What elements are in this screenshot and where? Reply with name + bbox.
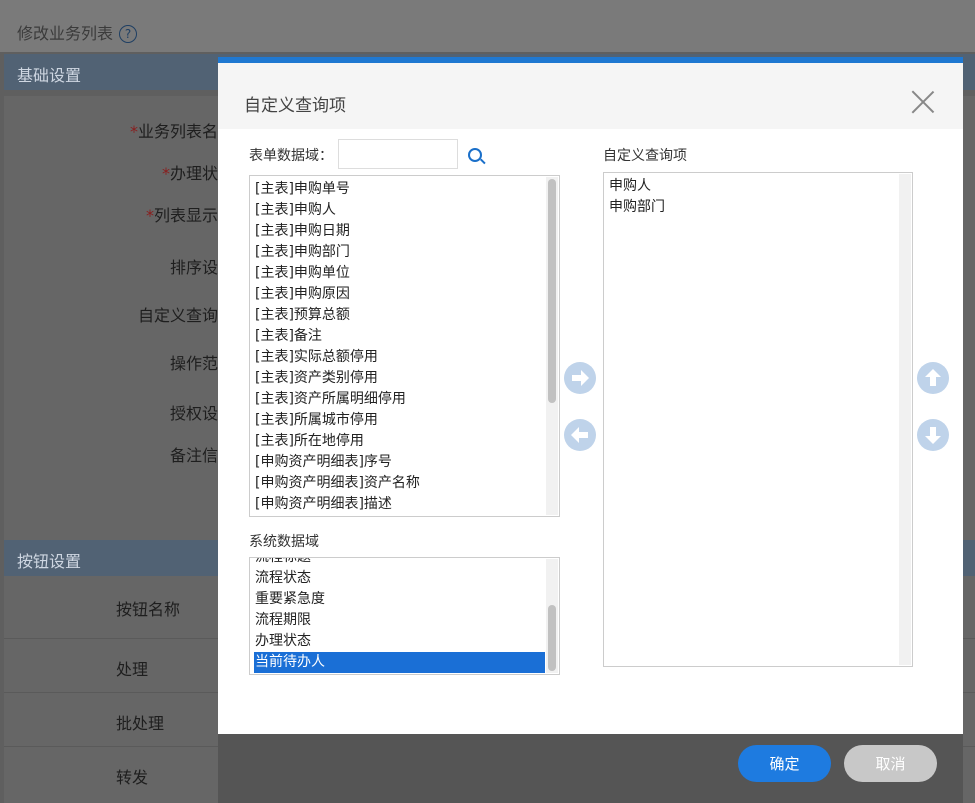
required-marker: * — [161, 164, 170, 183]
form-field-item[interactable]: [主表]所在地停用 — [254, 431, 545, 452]
button-row-forward: 转发 — [116, 768, 149, 787]
system-field-item[interactable]: 流程标题 — [254, 558, 545, 568]
system-fields-scrollbar[interactable] — [546, 559, 558, 673]
move-up-arrow-icon[interactable] — [917, 362, 949, 394]
scrollbar-thumb[interactable] — [548, 179, 556, 403]
system-field-item[interactable]: 重要紧急度 — [254, 589, 545, 610]
form-field-item[interactable]: [主表]预算总额 — [254, 305, 545, 326]
system-fields-list[interactable]: 流程标题 流程状态 重要紧急度 流程期限 办理状态 当前待办人 — [249, 557, 560, 675]
form-field-label: *业务列表名 — [130, 118, 218, 142]
field-label-text: 操作范 — [169, 354, 218, 373]
help-icon[interactable]: ? — [119, 25, 138, 43]
form-field-label: 备注信 — [170, 442, 218, 466]
move-left-arrow-icon[interactable] — [564, 419, 596, 451]
required-marker: * — [145, 206, 154, 225]
form-domain-search-input[interactable] — [338, 139, 458, 169]
custom-items-list[interactable]: 申购人 申购部门 — [603, 172, 913, 667]
form-field-item[interactable]: [主表]实际总额停用 — [254, 347, 545, 368]
custom-items-label: 自定义查询项 — [603, 148, 687, 164]
form-fields-list[interactable]: [主表]申购单号 [主表]申购人 [主表]申购日期 [主表]申购部门 [主表]申购单位[… — [249, 175, 560, 517]
form-field-label: 授权设 — [170, 400, 218, 424]
page-title: 修改业务列表? — [17, 20, 138, 44]
system-field-item[interactable]: 当前待办人 — [254, 652, 545, 673]
required-marker: * — [129, 122, 138, 141]
section-buttons-title: 按钮设置 — [17, 552, 82, 571]
form-field-item[interactable]: [主表]资产类别停用 — [254, 368, 545, 389]
scrollbar-thumb[interactable] — [548, 605, 556, 671]
form-domain-label: 表单数据域： — [249, 148, 333, 164]
system-field-item[interactable]: 流程状态 — [254, 568, 545, 589]
custom-query-dialog: 自定义查询项 表单数据域： [主表]申购单号 [主表]申购人 [主表]申购日期 [主表… — [218, 57, 963, 803]
button-row-batch: 批处理 — [116, 714, 165, 733]
section-basic-title: 基础设置 — [17, 66, 82, 85]
form-field-item[interactable]: [主表]资产所属明细停用 — [254, 389, 545, 410]
move-down-arrow-icon[interactable] — [917, 419, 949, 451]
search-icon[interactable] — [468, 148, 482, 162]
form-field-label: *列表显示 — [146, 202, 218, 226]
move-right-arrow-icon[interactable] — [564, 362, 596, 394]
custom-query-item[interactable]: 申购人 — [608, 176, 898, 197]
form-field-item[interactable]: [主表]申购原因 — [254, 284, 545, 305]
close-icon[interactable] — [911, 90, 935, 114]
page-header: 修改业务列表? — [0, 0, 975, 52]
field-label-text: 自定义查询 — [137, 306, 218, 325]
form-field-item[interactable]: [申购资产明细表]描述 — [254, 494, 545, 515]
system-field-item[interactable]: 办理状态 — [254, 631, 545, 652]
form-field-item[interactable]: [主表]申购日期 — [254, 221, 545, 242]
form-field-item[interactable]: [申购资产明细表]资产名称 — [254, 473, 545, 494]
form-fields-scrollbar[interactable] — [546, 177, 558, 515]
field-label-text: 列表显示 — [153, 206, 218, 225]
form-field-item[interactable]: [主表]申购部门 — [254, 242, 545, 263]
system-field-item[interactable]: 流程期限 — [254, 610, 545, 631]
form-field-item[interactable]: [主表]备注 — [254, 326, 545, 347]
form-field-item[interactable]: [主表]申购单号 — [254, 179, 545, 200]
field-label-text: 备注信 — [169, 446, 218, 465]
system-domain-label: 系统数据域 — [249, 534, 319, 550]
field-label-text: 办理状 — [169, 164, 218, 183]
field-label-text: 排序设 — [169, 258, 218, 277]
form-field-label: 自定义查询 — [138, 302, 218, 326]
custom-query-item[interactable]: 申购部门 — [608, 197, 898, 218]
form-field-item[interactable]: [主表]申购单位 — [254, 263, 545, 284]
custom-items-scrollbar[interactable] — [899, 174, 911, 665]
form-field-item[interactable]: [主表]所属城市停用 — [254, 410, 545, 431]
form-field-item[interactable]: [主表]申购人 — [254, 200, 545, 221]
dialog-header: 自定义查询项 — [218, 63, 963, 129]
form-field-item[interactable]: [申购资产明细表]序号 — [254, 452, 545, 473]
form-field-label: 排序设 — [170, 254, 218, 278]
dialog-title: 自定义查询项 — [244, 96, 346, 116]
button-row-handle: 处理 — [116, 660, 149, 679]
confirm-button[interactable]: 确定 — [738, 745, 831, 782]
field-label-text: 业务列表名 — [137, 122, 218, 141]
button-name-column-header: 按钮名称 — [116, 600, 181, 619]
form-field-label: 操作范 — [170, 350, 218, 374]
dialog-footer: 确定 取消 — [218, 734, 963, 803]
field-label-text: 授权设 — [169, 404, 218, 423]
form-field-label: *办理状 — [162, 160, 218, 184]
cancel-button[interactable]: 取消 — [844, 745, 937, 782]
